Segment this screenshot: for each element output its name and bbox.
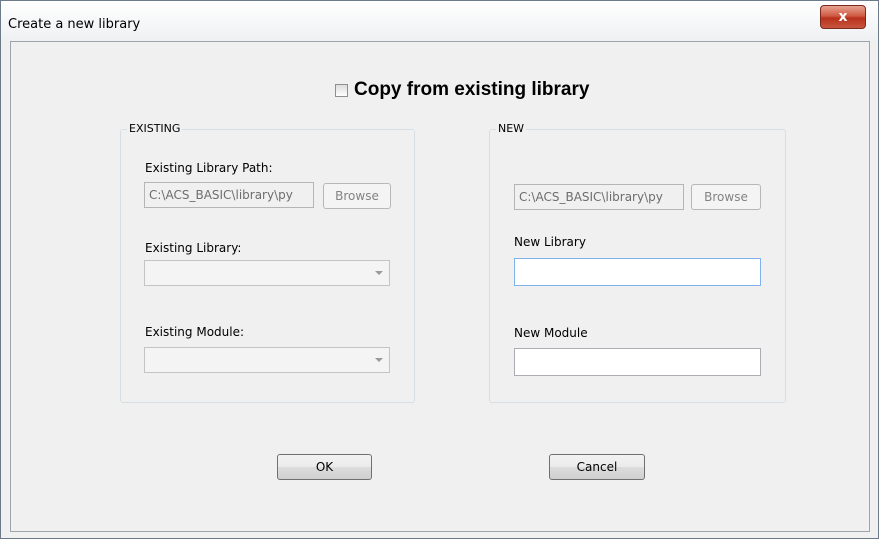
chevron-down-icon [375,358,383,362]
copy-from-existing-checkbox[interactable] [335,83,348,97]
close-button[interactable]: x [820,5,866,29]
title-bar[interactable]: Create a new library x [1,1,878,41]
new-library-label: New Library [514,235,586,249]
dialog-window: Create a new library x Copy from existin… [0,0,879,539]
new-group-label: NEW [496,122,527,135]
existing-module-label: Existing Module: [145,325,245,339]
chevron-down-icon [375,271,383,275]
new-library-input[interactable] [514,258,761,286]
existing-module-dropdown[interactable] [144,347,390,373]
new-module-input[interactable] [514,348,761,376]
new-browse-button[interactable]: Browse [691,184,761,210]
new-module-label: New Module [514,326,588,340]
existing-path-label: Existing Library Path: [145,161,273,175]
existing-group-label: EXISTING [127,122,183,135]
new-path-field[interactable]: C:\ACS_BASIC\library\py [514,184,684,210]
existing-path-field[interactable]: C:\ACS_BASIC\library\py [144,182,314,208]
ok-button[interactable]: OK [277,454,372,480]
window-title: Create a new library [8,17,141,32]
cancel-button[interactable]: Cancel [549,454,645,480]
existing-browse-button[interactable]: Browse [323,183,391,209]
copy-from-existing-option[interactable]: Copy from existing library [335,79,590,100]
existing-library-label: Existing Library: [145,241,242,255]
existing-library-dropdown[interactable] [144,260,390,286]
close-icon: x [838,9,848,25]
copy-from-existing-label: Copy from existing library [354,79,590,100]
